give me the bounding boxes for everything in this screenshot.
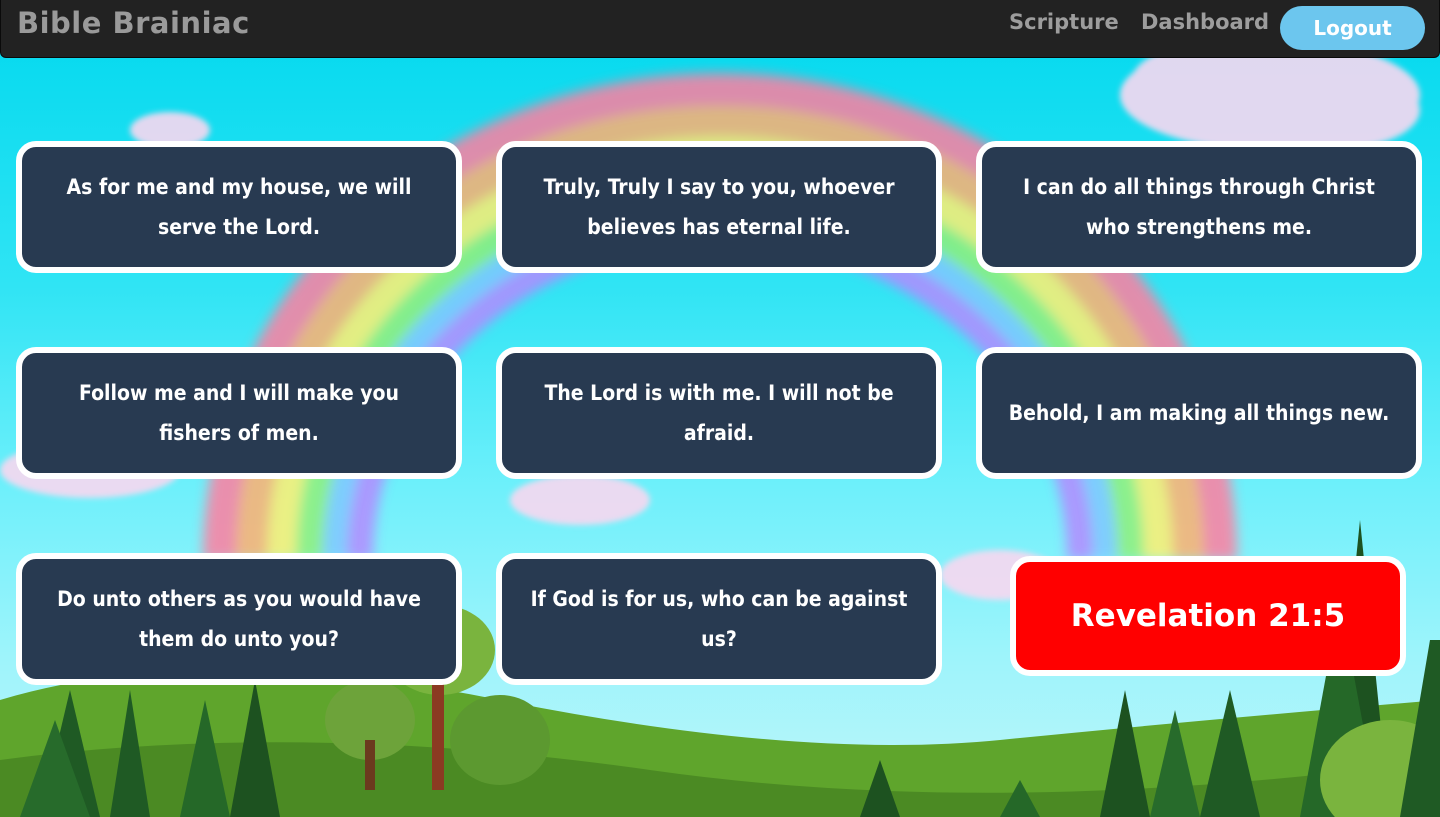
scripture-card[interactable]: Behold, I am making all things new.: [976, 347, 1422, 479]
scripture-card-text: If God is for us, who can be against us?: [530, 587, 908, 651]
scripture-card[interactable]: As for me and my house, we will serve th…: [16, 141, 462, 273]
scripture-card-text: Truly, Truly I say to you, whoever belie…: [543, 175, 895, 239]
scripture-card[interactable]: Follow me and I will make you fishers of…: [16, 347, 462, 479]
scripture-card[interactable]: The Lord is with me. I will not be afrai…: [496, 347, 942, 479]
reference-label: Revelation 21:5: [1070, 598, 1346, 634]
scripture-card[interactable]: Truly, Truly I say to you, whoever belie…: [496, 141, 942, 273]
scripture-card-text: Behold, I am making all things new.: [1008, 401, 1390, 425]
logout-button[interactable]: Logout: [1280, 6, 1425, 50]
reference-answer-card[interactable]: Revelation 21:5: [1010, 556, 1406, 676]
scripture-card[interactable]: Do unto others as you would have them do…: [16, 553, 462, 685]
brand-title[interactable]: Bible Brainiac: [17, 6, 250, 40]
scripture-card-text: I can do all things through Christ who s…: [1023, 175, 1375, 239]
nav-link-dashboard[interactable]: Dashboard: [1141, 10, 1269, 34]
scripture-card[interactable]: If God is for us, who can be against us?: [496, 553, 942, 685]
scripture-card-text: Follow me and I will make you fishers of…: [79, 381, 399, 445]
scripture-card-text: Do unto others as you would have them do…: [57, 587, 421, 651]
top-navbar: Bible Brainiac Scripture Dashboard Logou…: [0, 0, 1440, 58]
scripture-card-text: As for me and my house, we will serve th…: [66, 175, 412, 239]
scripture-card[interactable]: I can do all things through Christ who s…: [976, 141, 1422, 273]
nav-link-scripture[interactable]: Scripture: [1009, 10, 1119, 34]
scripture-card-text: The Lord is with me. I will not be afrai…: [544, 381, 894, 445]
